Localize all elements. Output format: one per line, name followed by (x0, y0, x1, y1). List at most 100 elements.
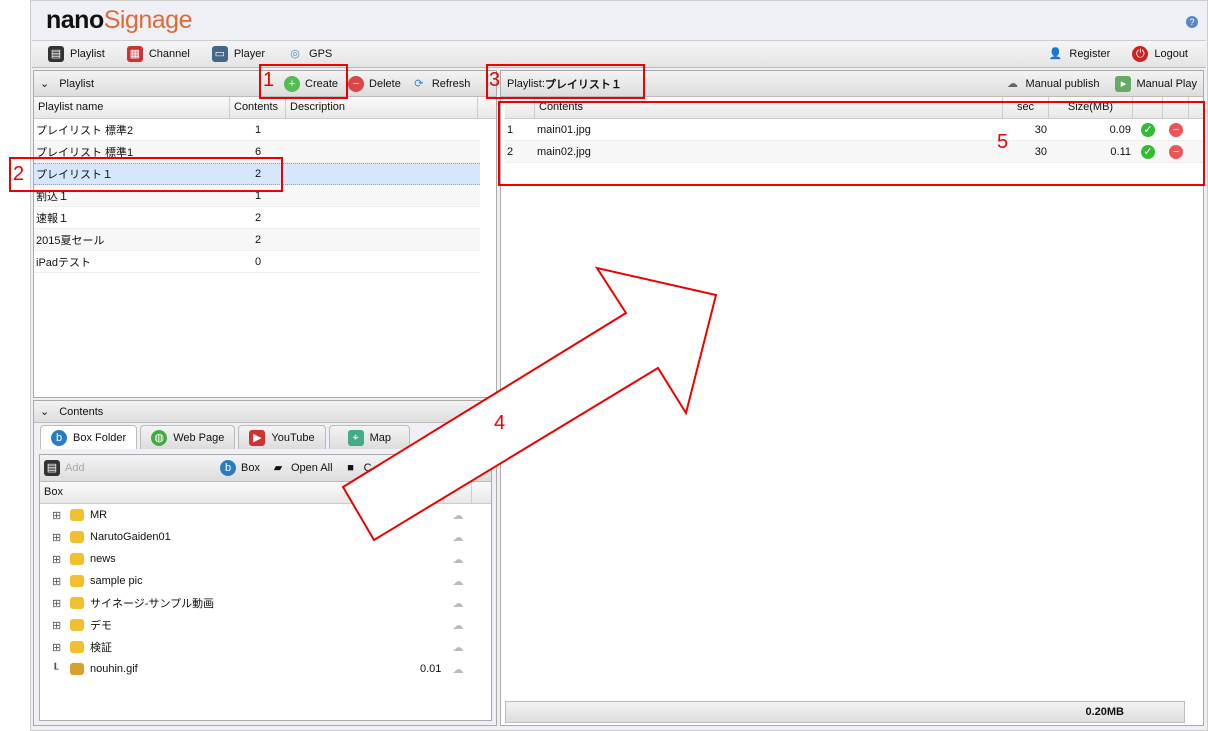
check-icon[interactable]: ✓ (1141, 144, 1155, 159)
tab-map[interactable]: ⌖ Map (328, 425, 411, 449)
tab-web-page[interactable]: ◍ Web Page (140, 425, 236, 449)
col-description[interactable]: Description (286, 97, 478, 118)
remove-icon[interactable]: − (1169, 144, 1183, 159)
cloud-icon[interactable]: ☁ (443, 553, 473, 566)
playlist-contents-count: 2 (254, 211, 262, 224)
expand-icon[interactable]: ⊞ (40, 597, 70, 610)
playlist-contents-count: 1 (254, 123, 262, 136)
expand-icon[interactable]: ⊞ (40, 619, 70, 632)
tab-label: Web Page (173, 431, 225, 444)
col-contents[interactable]: Contents (535, 97, 1003, 118)
cloud-icon[interactable]: ☁ (443, 509, 473, 522)
open-all-label: Open All (290, 462, 333, 474)
expand-icon[interactable]: ⊞ (40, 641, 70, 654)
manual-play-label: Manual Play (1136, 77, 1197, 90)
user-icon: 👤 (1048, 48, 1063, 60)
detail-grid-header: Contents sec Size(MB) (505, 97, 1203, 119)
tree-item[interactable]: ⊞ 検証 ☁ (40, 636, 491, 658)
col-box[interactable]: Box (40, 482, 444, 503)
cloud-icon[interactable]: ☁ (443, 641, 473, 654)
box-button[interactable]: b Box (220, 460, 260, 476)
add-button[interactable]: ▤ Add (44, 460, 85, 476)
manual-publish-button[interactable]: ☁ Manual publish (1004, 76, 1100, 92)
tree-item-name: NarutoGaiden01 (90, 531, 171, 543)
open-all-button[interactable]: ▰ Open All (270, 460, 333, 476)
playlist-row[interactable]: プレイリスト 標準2 1 (34, 119, 480, 141)
nav-gps[interactable]: ◎ GPS (287, 46, 332, 62)
tree-item[interactable]: ⊞ サイネージ-サンプル動画 ☁ (40, 592, 491, 614)
cloud-icon[interactable]: ☁ (443, 619, 473, 632)
manual-play-button[interactable]: ▸ Manual Play (1115, 75, 1197, 92)
col-size[interactable]: Size(MB) (1049, 97, 1133, 118)
antenna-icon: ◎ (290, 48, 300, 60)
register-button[interactable]: 👤 Register (1047, 46, 1111, 62)
collapse-icon[interactable]: ⌄ (40, 405, 49, 418)
expand-icon[interactable]: ⊞ (40, 531, 70, 544)
playlist-name: プレイリスト１ (36, 169, 113, 181)
folder-icon: ■ (347, 462, 354, 474)
col-cloud (444, 482, 472, 503)
content-row[interactable]: 2 main02.jpg 30 0.11 ✓ − (505, 141, 1203, 163)
tree-item[interactable]: ⊞ sample pic ☁ (40, 570, 491, 592)
cloud-icon[interactable]: ☁ (443, 663, 473, 676)
create-button[interactable]: + Create (284, 75, 339, 92)
tree-item-name: サイネージ-サンプル動画 (90, 598, 215, 610)
playlist-row[interactable]: プレイリスト１ 2 (34, 163, 480, 185)
create-label: Create (305, 77, 339, 90)
expand-icon[interactable]: ⊞ (40, 553, 70, 566)
contents-panel-header: ⌄ Contents (34, 401, 496, 423)
check-icon[interactable]: ✓ (1141, 122, 1155, 137)
expand-icon[interactable]: ⊞ (40, 575, 70, 588)
playlist-panel: ⌄ Playlist + Create − Delete ⟳ Refresh Playl… (33, 70, 497, 398)
folder-icon (70, 597, 84, 609)
col-playlist-name[interactable]: Playlist name (34, 97, 230, 118)
tree-item[interactable]: ┖ nouhin.gif 0.01 ☁ (40, 658, 491, 680)
help-icon[interactable]: ? (1186, 16, 1198, 28)
content-size: 0.09 (1109, 123, 1131, 136)
folder-icon (70, 509, 84, 521)
logout-button[interactable]: ⏻ Logout (1132, 46, 1188, 62)
tree-item[interactable]: ⊞ news ☁ (40, 548, 491, 570)
tree-item[interactable]: ⊞ MR ☁ (40, 504, 491, 526)
logo: nanoSignage (46, 6, 192, 34)
playlist-row[interactable]: プレイリスト 標準1 6 (34, 141, 480, 163)
delete-button[interactable]: − Delete (348, 75, 401, 92)
annotation-label-3: 3 (489, 69, 501, 91)
map-icon: ⌖ (347, 429, 364, 446)
remove-icon[interactable]: − (1169, 122, 1183, 137)
tree-item[interactable]: ⊞ NarutoGaiden01 ☁ (40, 526, 491, 548)
plus-icon: + (284, 75, 300, 92)
tree-item-name: sample pic (90, 575, 143, 587)
main-nav: ▤ Playlist ▦ Channel ▭ Player ◎ GPS 👤 Registe… (32, 40, 1206, 68)
folder-icon (70, 553, 84, 565)
col-sec[interactable]: sec (1003, 97, 1049, 118)
tab-youtube[interactable]: ▶ YouTube (238, 425, 326, 449)
cloud-icon[interactable]: ☁ (443, 575, 473, 588)
cloud-icon[interactable]: ☁ (443, 597, 473, 610)
col-contents[interactable]: Contents (230, 97, 286, 118)
tree-item-size: 0.01 (420, 663, 442, 675)
expand-icon[interactable]: ⊞ (40, 509, 70, 522)
refresh-button[interactable]: ⟳ Refresh (411, 76, 470, 92)
close-all-button[interactable]: ■ C (343, 460, 371, 476)
total-size: 0.20MB (505, 701, 1185, 723)
content-index: 1 (507, 123, 514, 136)
nav-player[interactable]: ▭ Player (211, 46, 265, 62)
nav-label: Playlist (70, 48, 105, 60)
collapse-icon[interactable]: ⌄ (40, 77, 49, 90)
playlist-row[interactable]: iPadテスト 0 (34, 251, 480, 273)
playlist-row[interactable]: 割込１ 1 (34, 185, 480, 207)
box-folder-view: ▤ Add b Box ▰ Open All ■ C Box ⊞ MR ☁ ⊞ NarutoGa… (39, 454, 492, 721)
tree-item[interactable]: ⊞ デモ ☁ (40, 614, 491, 636)
content-row[interactable]: 1 main01.jpg 30 0.09 ✓ − (505, 119, 1203, 141)
nav-playlist[interactable]: ▤ Playlist (48, 46, 105, 62)
cloud-icon[interactable]: ☁ (443, 531, 473, 544)
tab-box-folder[interactable]: b Box Folder (40, 425, 138, 449)
contents-tabs: b Box Folder ◍ Web Page ▶ YouTube ⌖ Map (34, 423, 496, 449)
box-grid-header: Box (40, 482, 491, 504)
folder-icon (70, 619, 84, 631)
annotation-label-5: 5 (997, 131, 1009, 153)
nav-channel[interactable]: ▦ Channel (126, 46, 190, 62)
playlist-row[interactable]: 2015夏セール 2 (34, 229, 480, 251)
playlist-row[interactable]: 速報１ 2 (34, 207, 480, 229)
